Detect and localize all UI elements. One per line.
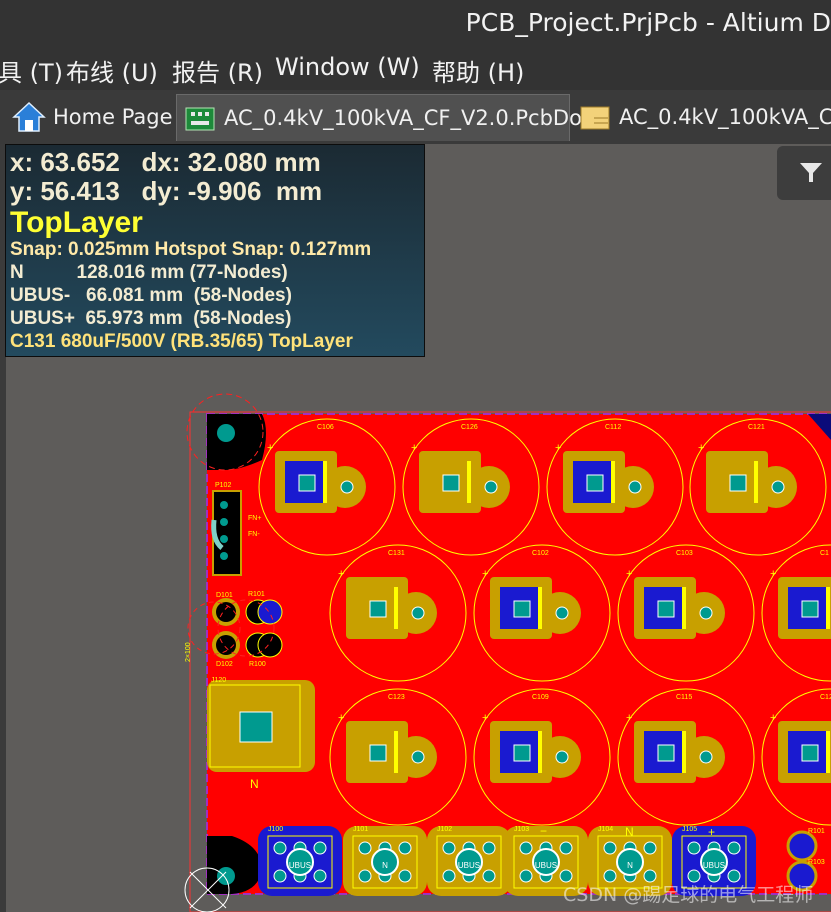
mounting-hole (217, 424, 235, 442)
connector-label: J103 (514, 826, 529, 833)
filter-icon (800, 163, 822, 182)
capacitor-label: C102 (532, 550, 549, 557)
hud-net-n: N 128.016 mm (77-Nodes) (10, 262, 288, 283)
svg-text:+: + (411, 442, 417, 454)
hud-net-ubus-plus: UBUS+ 65.973 mm (58-Nodes) (10, 308, 292, 329)
label-n: N (250, 777, 259, 791)
connector-label: J104 (598, 826, 613, 833)
pad-r101 (786, 830, 818, 862)
label-d101: D101 (216, 592, 233, 599)
connector-label: J100 (268, 826, 283, 833)
svg-text:+: + (555, 442, 561, 454)
svg-text:+: + (482, 568, 488, 580)
svg-text:+: + (338, 568, 344, 580)
connector-net: N (627, 861, 633, 870)
hud-y-coordinate: y: 56.413 dy: -9.906 mm (10, 176, 323, 206)
capacitor-label: C121 (748, 424, 765, 431)
connector-label: J102 (437, 826, 452, 833)
filter-button[interactable] (777, 146, 831, 200)
label-d102: D102 (216, 661, 233, 668)
capacitor-label: C123 (388, 694, 405, 701)
label-vertical: 2×100 (185, 642, 192, 662)
svg-text:+: + (698, 442, 704, 454)
hud-component: C131 680uF/500V (RB.35/65) TopLayer (10, 331, 353, 352)
label-n: N (625, 825, 634, 839)
connector-net: UBUS (458, 861, 480, 870)
label-r103: R103 (808, 859, 825, 866)
label-r100: R100 (249, 661, 266, 668)
connector-net: UBUS (703, 861, 725, 870)
watermark: CSDN @踢足球的电气工程师 (563, 884, 814, 906)
capacitor-label: C103 (676, 550, 693, 557)
mounting-hole (217, 867, 235, 885)
label-p102: P102 (215, 482, 231, 489)
connector-label: J101 (353, 826, 368, 833)
label-j120: J120 (211, 677, 226, 684)
capacitor-label: C106 (317, 424, 334, 431)
connector-net: UBUS (535, 861, 557, 870)
svg-text:+: + (770, 568, 776, 580)
heads-up-display: x: 63.652 dx: 32.080 mm y: 56.413 dy: -9… (5, 144, 425, 357)
hud-current-layer: TopLayer (10, 206, 143, 239)
capacitor-label: C1 (820, 550, 829, 557)
mounting-keepout (207, 414, 266, 470)
label-plus: + (708, 825, 715, 839)
connector-j101[interactable]: J101 N (343, 826, 427, 896)
svg-text:+: + (626, 568, 632, 580)
capacitor-label: C115 (676, 694, 692, 701)
connector-net: UBUS (289, 861, 311, 870)
label-fn-minus: FN- (248, 531, 260, 538)
label-r101b: R101 (808, 828, 825, 835)
pcb-board[interactable]: C106 + C126 + C112 + C121 + C131 + C102 + C103 + C1 + C1… (0, 0, 831, 912)
capacitor-label: C122 (820, 694, 831, 701)
connector-label: J105 (682, 826, 697, 833)
label-fn-plus: FN+ (248, 515, 261, 522)
hud-x-coordinate: x: 63.652 dx: 32.080 mm (10, 147, 321, 177)
capacitor-label: C126 (461, 424, 478, 431)
svg-text:+: + (267, 442, 273, 454)
svg-text:+: + (338, 712, 344, 724)
label-r101: R101 (248, 591, 265, 598)
capacitor-label: C112 (605, 424, 621, 431)
svg-text:+: + (770, 712, 776, 724)
capacitor-label: C131 (388, 550, 405, 557)
hud-snap: Snap: 0.025mm Hotspot Snap: 0.127mm (10, 239, 372, 260)
label-minus: − (540, 824, 547, 838)
svg-text:+: + (626, 712, 632, 724)
capacitor-label: C109 (532, 694, 549, 701)
svg-text:+: + (482, 712, 488, 724)
connector-j102[interactable]: J102 UBUS (427, 826, 511, 896)
connector-net: N (382, 861, 388, 870)
connector-j100[interactable]: J100 UBUS (258, 826, 342, 896)
hud-net-ubus-minus: UBUS- 66.081 mm (58-Nodes) (10, 285, 292, 306)
